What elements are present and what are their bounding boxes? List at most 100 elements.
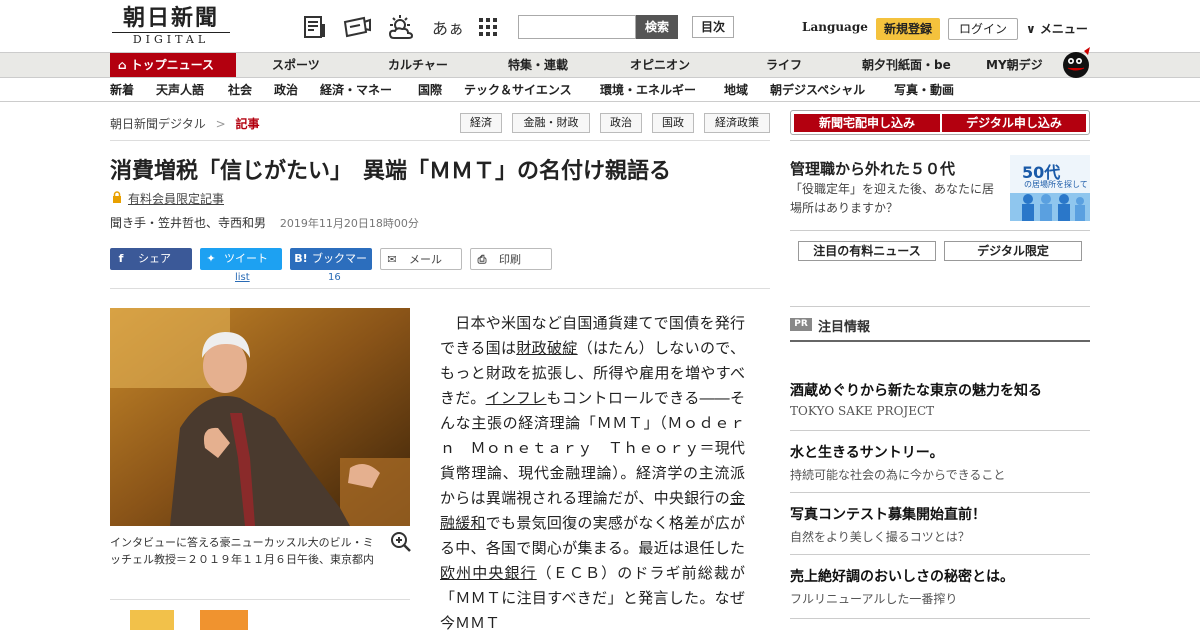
photo-caption: インタビューに答える豪ニューカッスル大のビル・ミッチェル教授＝２０１９年１１月６… <box>110 536 374 566</box>
pr-item-4[interactable]: 売上絶好調のおいしさの秘密とは。 フルリニューアルした一番搾り <box>790 566 1090 607</box>
nav-politics[interactable]: 政治 <box>274 78 298 102</box>
promo-description[interactable]: 「役職定年」を迎えた後、あなたに居場所はありますか？ <box>790 180 1005 218</box>
tab-digital-only[interactable]: デジタル限定 <box>944 241 1082 261</box>
divider <box>110 140 770 141</box>
body-link-ecb[interactable]: 欧州中央銀行 <box>440 564 537 582</box>
login-button[interactable]: ログイン <box>948 18 1018 40</box>
nav-latest[interactable]: 新着 <box>110 78 134 102</box>
body-link-inflation[interactable]: インフレ <box>486 389 547 407</box>
breadcrumb-sep: > <box>215 117 226 131</box>
tag-finance[interactable]: 金融・財政 <box>512 113 590 133</box>
tag-national[interactable]: 国政 <box>652 113 694 133</box>
nav-society[interactable]: 社会 <box>228 78 252 102</box>
font-size-icon[interactable]: あぁ <box>432 15 464 39</box>
thumbnail-2[interactable] <box>200 610 248 630</box>
twitter-share-label: ツイート <box>224 252 268 265</box>
article-title: 消費増税「信じがたい」 異端「ＭＭＴ」の名付け親語る <box>110 158 672 184</box>
pr-item-title: 水と生きるサントリー。 <box>790 445 944 461</box>
nav-international[interactable]: 国際 <box>418 78 442 102</box>
breadcrumb: 朝日新聞デジタル > 記事 <box>110 115 260 132</box>
print-button[interactable]: ⎙ 印刷 <box>470 248 552 270</box>
logo-en: DIGITAL <box>112 32 230 47</box>
mascot-icon[interactable] <box>1058 43 1094 79</box>
secondary-nav: 新着 天声人語 社会 政治 経済・マネー 国際 テック＆サイエンス 環境・エネル… <box>0 78 1200 102</box>
article-body: 日本や米国など自国通貨建てで国債を発行できる国は財政破綻（はたん）しないので、も… <box>440 311 745 636</box>
search-input[interactable] <box>518 15 636 39</box>
nav-life[interactable]: ライフ <box>766 53 802 77</box>
nav-paper[interactable]: 朝夕刊紙面・be <box>862 53 951 77</box>
site-header: 朝日新聞 DIGITAL あぁ 検索 目次 Language 新規登録 ログイン… <box>0 0 1200 52</box>
thumbnail-1[interactable] <box>130 610 174 630</box>
print-icon: ⎙ <box>477 253 487 266</box>
language-link[interactable]: Language <box>802 20 868 34</box>
article-photo[interactable] <box>110 308 410 526</box>
search-button[interactable]: 検索 <box>636 15 678 39</box>
digital-subscribe-button[interactable]: デジタル申し込み <box>942 114 1086 132</box>
nav-photo-video[interactable]: 写真・動画 <box>894 78 954 102</box>
body-link-zaisei[interactable]: 財政破綻 <box>516 339 577 357</box>
pr-item-title: 写真コンテスト募集開始直前！ <box>790 507 986 523</box>
byline-authors: 聞き手・笠井哲也、寺西和男 <box>110 216 267 230</box>
tag-politics[interactable]: 政治 <box>600 113 642 133</box>
pr-item-2[interactable]: 水と生きるサントリー。 持続可能な社会の為に今からできること <box>790 442 1090 483</box>
lock-icon <box>113 191 121 203</box>
asahi-logo[interactable]: 朝日新聞 DIGITAL <box>112 6 230 46</box>
byline: 聞き手・笠井哲也、寺西和男 2019年11月20日18時00分 <box>110 214 419 231</box>
tab-paid-news[interactable]: 注目の有料ニュース <box>798 241 936 261</box>
body-text: でも景気回復の実感がなく格差が広がる中、各国で関心が集まる。最近は退任した <box>440 514 745 557</box>
tag-economy[interactable]: 経済 <box>460 113 502 133</box>
register-button[interactable]: 新規登録 <box>876 18 940 40</box>
pr-item-title: 酒蔵めぐりから新たな東京の魅力を知る <box>790 383 1042 399</box>
pr-item-title: 売上絶好調のおいしさの秘密とは。 <box>790 569 1014 585</box>
twitter-share-button[interactable]: ✦ ツイート <box>200 248 282 270</box>
pr-item-1[interactable]: 酒蔵めぐりから新たな東京の魅力を知る TOKYO SAKE PROJECT <box>790 380 1090 418</box>
divider <box>790 554 1090 555</box>
pr-item-3[interactable]: 写真コンテスト募集開始直前！ 自然をより美しく撮るコツとは？ <box>790 504 1090 545</box>
menu-button[interactable]: ∨ メニュー <box>1026 20 1088 37</box>
video-icon[interactable] <box>342 14 372 40</box>
facebook-share-button[interactable]: f シェア <box>110 248 192 270</box>
member-only-label[interactable]: 有料会員限定記事 <box>128 190 224 207</box>
nav-environment[interactable]: 環境・エネルギー <box>600 78 696 102</box>
nav-sports[interactable]: スポーツ <box>272 53 320 77</box>
promo-title[interactable]: 管理職から外れた５０代 <box>790 158 955 179</box>
nav-culture[interactable]: カルチャー <box>388 53 448 77</box>
newspaper-subscribe-button[interactable]: 新聞宅配申し込み <box>794 114 940 132</box>
hatena-bookmark-button[interactable]: B! ブックマーク <box>290 248 372 287</box>
nav-top-news-label: トップニュース <box>130 58 214 72</box>
tag-policy[interactable]: 経済政策 <box>704 113 770 133</box>
nav-tech[interactable]: テック＆サイエンス <box>464 78 572 102</box>
print-label: 印刷 <box>499 253 521 266</box>
nav-features[interactable]: 特集・連載 <box>508 53 568 77</box>
nav-top-news[interactable]: ⌂ トップニュース <box>110 53 236 77</box>
divider <box>110 288 770 289</box>
divider <box>790 340 1090 342</box>
logo-jp: 朝日新聞 <box>122 5 219 31</box>
breadcrumb-current: 記事 <box>235 117 260 131</box>
nav-opinion[interactable]: オピニオン <box>630 53 690 77</box>
facebook-icon: f <box>118 252 124 265</box>
nav-economy[interactable]: 経済・マネー <box>320 78 392 102</box>
pr-badge: PR <box>790 318 812 331</box>
toc-button[interactable]: 目次 <box>692 16 734 38</box>
nav-my-asadigi[interactable]: MY朝デジ <box>986 53 1043 77</box>
twitter-count[interactable]: list <box>235 272 250 283</box>
facebook-share-label: シェア <box>138 252 171 265</box>
promo-image-sub: の居場所を探して <box>1024 180 1088 189</box>
nav-region[interactable]: 地域 <box>724 78 748 102</box>
zoom-icon[interactable] <box>390 531 412 553</box>
grid-menu-icon[interactable] <box>478 14 498 40</box>
twitter-icon: ✦ <box>206 252 216 265</box>
primary-nav: ⌂ トップニュース スポーツ カルチャー 特集・連載 オピニオン ライフ 朝夕刊紙… <box>0 47 1200 78</box>
promo-image[interactable]: 50代 の居場所を探して <box>1010 155 1090 221</box>
nav-special[interactable]: 朝デジスペシャル <box>770 78 865 102</box>
mail-label: メール <box>409 253 442 266</box>
hatena-count[interactable]: 16 <box>328 272 341 283</box>
weather-icon[interactable] <box>386 14 416 40</box>
breadcrumb-root[interactable]: 朝日新聞デジタル <box>110 117 206 131</box>
newspaper-icon[interactable] <box>302 14 328 40</box>
pr-item-sub: 持続可能な社会の為に今からできること <box>790 468 1006 482</box>
pr-item-sub: TOKYO SAKE PROJECT <box>790 404 935 418</box>
nav-tenseijingo[interactable]: 天声人語 <box>156 78 204 102</box>
mail-button[interactable]: ✉ メール <box>380 248 462 270</box>
